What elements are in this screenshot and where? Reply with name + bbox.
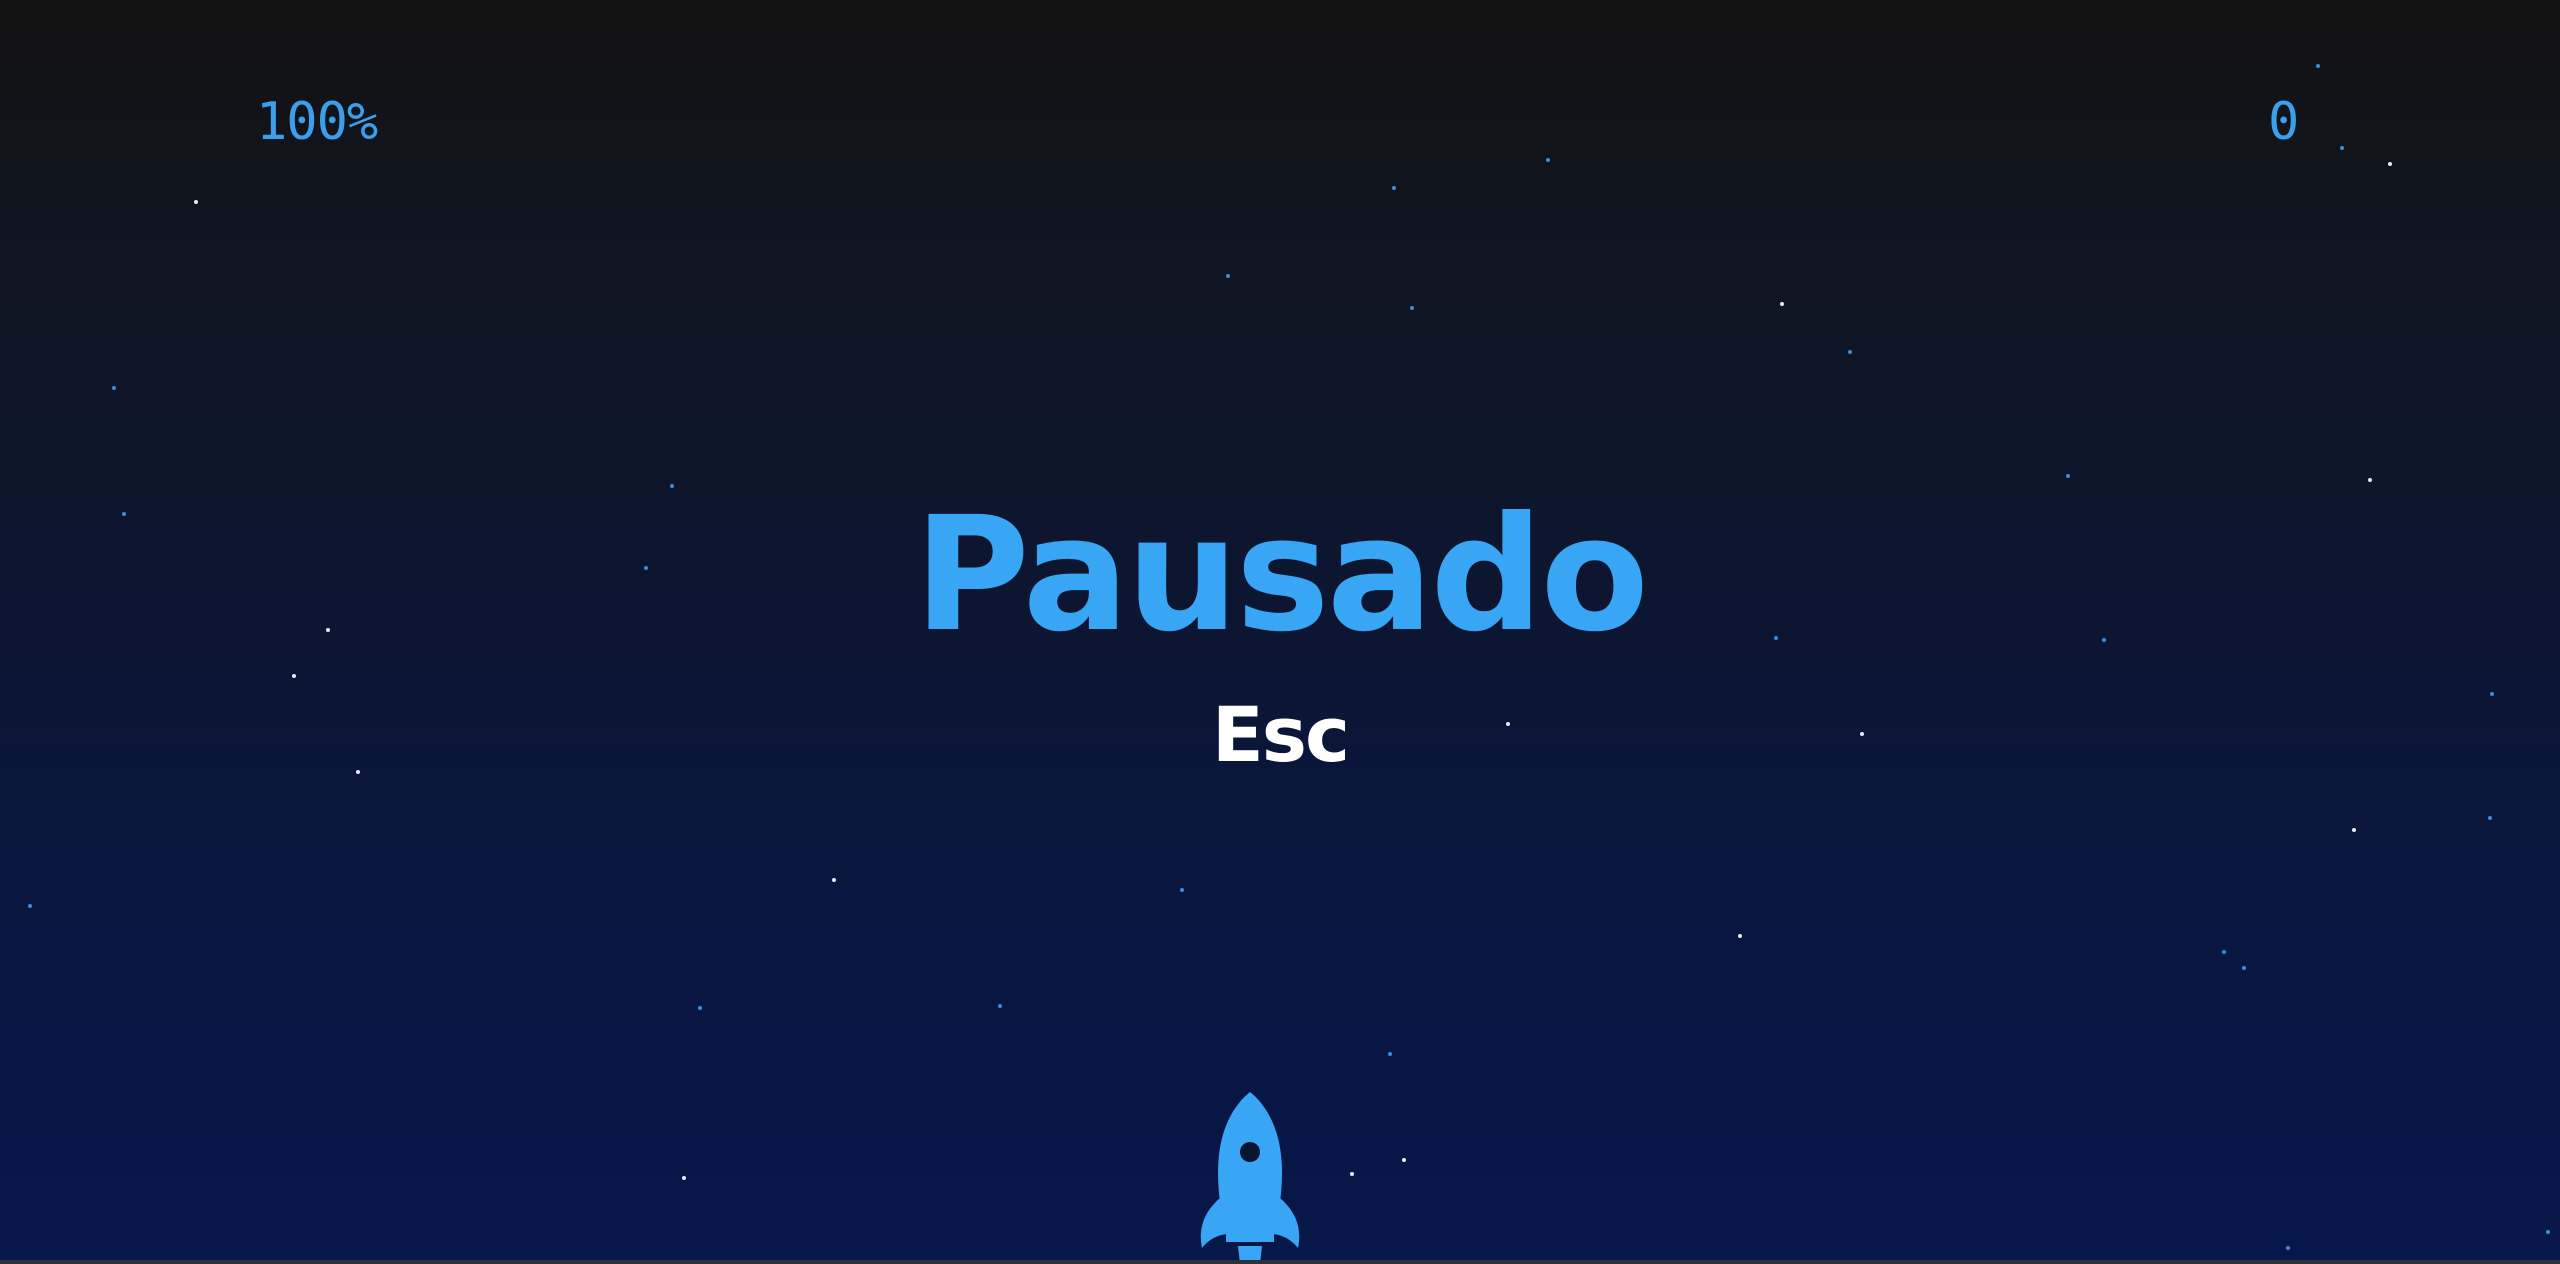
star-particle <box>2488 816 2492 820</box>
game-canvas[interactable]: 100% 0 Pausado Esc <box>0 0 2560 1264</box>
star-particle <box>1780 302 1784 306</box>
star-particle <box>2340 146 2344 150</box>
star-particle <box>670 484 674 488</box>
star-particle <box>1226 274 1230 278</box>
star-particle <box>1410 306 1414 310</box>
star-particle <box>2388 162 2392 166</box>
rocket-icon <box>1200 1092 1300 1264</box>
star-particle <box>2066 474 2070 478</box>
star-particle <box>2286 1246 2290 1250</box>
star-particle <box>2352 828 2356 832</box>
star-particle <box>28 904 32 908</box>
star-particle <box>1738 934 1742 938</box>
star-particle <box>194 200 198 204</box>
star-particle <box>698 1006 702 1010</box>
star-particle <box>1848 350 1852 354</box>
star-particle <box>2368 478 2372 482</box>
star-particle <box>2546 1230 2550 1234</box>
star-particle <box>998 1004 1002 1008</box>
star-particle <box>1388 1052 1392 1056</box>
star-particle <box>112 386 116 390</box>
star-particle <box>682 1176 686 1180</box>
star-particle <box>832 878 836 882</box>
bottom-border <box>0 1260 2560 1264</box>
progress-percentage: 100% <box>256 92 378 152</box>
star-particle <box>1546 158 1550 162</box>
star-particle <box>1180 888 1184 892</box>
star-particle <box>1402 1158 1406 1162</box>
star-particle <box>2316 64 2320 68</box>
star-particle <box>1350 1172 1354 1176</box>
pause-title: Pausado <box>914 483 1649 667</box>
star-particle <box>2222 950 2226 954</box>
star-particle <box>2242 966 2246 970</box>
star-particle <box>292 674 296 678</box>
resume-key-hint: Esc <box>1211 690 1350 779</box>
star-particle <box>1392 186 1396 190</box>
score-counter: 0 <box>2268 92 2300 152</box>
